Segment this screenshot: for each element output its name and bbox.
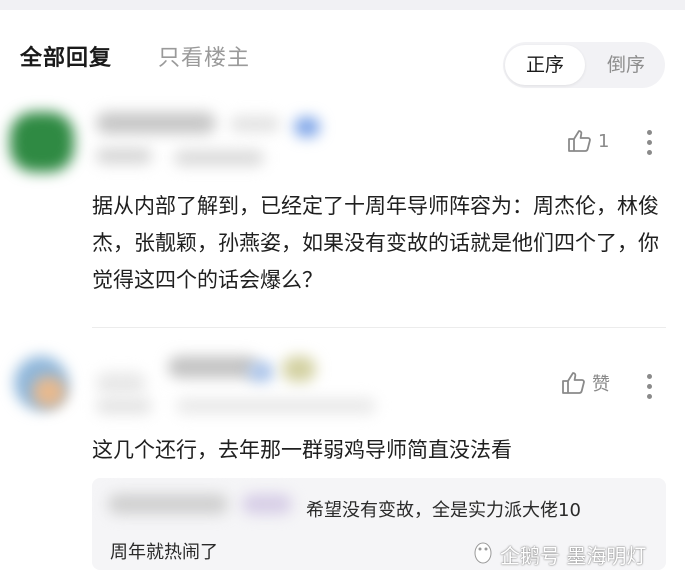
comment-text: 据从内部了解到，已经定了十周年导师阵容为：周杰伦，林俊杰，张靓颖，孙燕姿，如果没… bbox=[92, 194, 659, 292]
comment-location-redacted bbox=[174, 150, 264, 166]
more-options-icon[interactable] bbox=[647, 130, 653, 160]
reply-tabs-bar: 全部回复 只看楼主 正序 倒序 bbox=[0, 10, 685, 92]
tab-only-op[interactable]: 只看楼主 bbox=[158, 40, 250, 72]
reply-username-redacted bbox=[108, 494, 228, 514]
avatar[interactable] bbox=[10, 112, 74, 172]
top-strip bbox=[0, 0, 685, 10]
avatar-overlay bbox=[32, 376, 66, 408]
comment-time-redacted bbox=[96, 398, 152, 414]
like-count: 1 bbox=[598, 130, 610, 152]
penguin-logo-icon bbox=[472, 540, 500, 569]
watermark: 企鹅号 墨海明灯 bbox=[472, 540, 646, 569]
sort-ascending-button[interactable]: 正序 bbox=[505, 45, 585, 85]
like-button[interactable]: 赞 bbox=[560, 370, 610, 396]
reply-text-line1: 希望没有变故，全是实力派大佬10 bbox=[306, 500, 581, 521]
watermark-text: 企鹅号 墨海明灯 bbox=[500, 544, 647, 568]
username-redacted bbox=[96, 372, 146, 394]
tab-all-replies[interactable]: 全部回复 bbox=[20, 40, 112, 72]
divider bbox=[92, 327, 666, 328]
user-badge-icon bbox=[282, 356, 316, 382]
verified-badge-icon bbox=[248, 362, 274, 382]
sort-descending-button[interactable]: 倒序 bbox=[589, 45, 663, 85]
user-level-redacted bbox=[230, 116, 280, 132]
reply-text-line2: 周年就热闹了 bbox=[110, 542, 218, 563]
comment-text: 这几个还行，去年那一群弱鸡导师简直没法看 bbox=[92, 438, 512, 462]
like-button[interactable]: 1 bbox=[566, 128, 609, 154]
username-redacted[interactable] bbox=[96, 112, 216, 134]
more-options-icon[interactable] bbox=[647, 374, 653, 404]
comment-time-redacted bbox=[96, 148, 152, 164]
username-redacted[interactable] bbox=[168, 356, 258, 378]
sort-toggle: 正序 倒序 bbox=[503, 42, 665, 88]
comment-location-redacted bbox=[176, 398, 376, 414]
like-label: 赞 bbox=[592, 374, 610, 395]
reply-badge-redacted bbox=[242, 494, 292, 514]
thumbs-up-icon bbox=[560, 370, 586, 396]
verified-badge-icon bbox=[294, 117, 320, 137]
thumbs-up-icon bbox=[566, 128, 592, 154]
